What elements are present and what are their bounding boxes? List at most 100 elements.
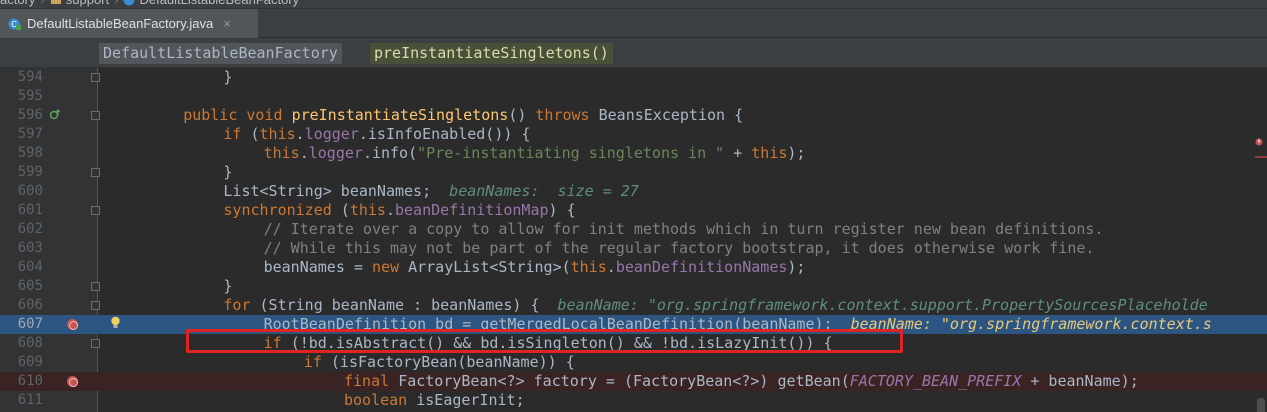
line-number[interactable]: 598 (0, 144, 43, 163)
line-number[interactable]: 609 (0, 353, 43, 372)
fold-marker-icon[interactable] (91, 339, 100, 348)
editor-tab-bar: C DefaultListableBeanFactory.java × (0, 9, 1267, 38)
code-editor[interactable]: 594} 595 596 public void preInstantiateSing… (0, 68, 1267, 412)
line-number[interactable]: 611 (0, 391, 43, 410)
java-class-icon: C (8, 18, 21, 30)
code-token: new (371, 258, 409, 276)
code-token: throws (535, 106, 599, 124)
code-token: // Iterate over a copy to allow for init… (263, 220, 1104, 238)
code-line-610[interactable]: 610 final FactoryBean<?> factory = (Facto… (0, 372, 1267, 391)
code-token: ( (250, 125, 260, 143)
code-line-603[interactable]: 603 // While this may not be part of the … (0, 239, 1267, 258)
code-token: FactoryBean<?> factory = (FactoryBean<?>… (398, 372, 850, 390)
line-number[interactable]: 610 (0, 372, 43, 391)
breadcrumb-item[interactable]: DefaultListableBeanFactory (139, 0, 299, 8)
code-text: // Iterate over a copy to allow for init… (264, 220, 1104, 239)
structure-navbar: DefaultListableBeanFactory preInstantiat… (0, 38, 1267, 68)
code-token: List<String> beanNames; (223, 182, 450, 200)
tab-label: DefaultListableBeanFactory.java (27, 16, 214, 31)
line-number[interactable]: 608 (0, 334, 43, 353)
code-text: public void preInstantiateSingletons() t… (183, 106, 743, 125)
code-line-597[interactable]: 597 if (this.logger.isInfoEnabled()) { (0, 125, 1267, 144)
breadcrumb-item[interactable]: support (66, 0, 109, 8)
code-token: beanNames: size = 27 (449, 182, 639, 200)
code-text: for (String beanName : beanNames) { bean… (223, 296, 1207, 315)
code-token: this (751, 144, 788, 162)
code-text: synchronized (this.beanDefinitionMap) { (223, 201, 575, 220)
fold-marker-icon[interactable] (91, 111, 100, 120)
java-class-icon (123, 0, 139, 8)
code-token: .info( (362, 144, 418, 162)
nav-class-chip[interactable]: DefaultListableBeanFactory (99, 43, 342, 64)
code-token: (String beanName : beanNames) { (259, 296, 558, 314)
code-token: . (295, 125, 305, 143)
code-line-596[interactable]: 596 public void preInstantiateSingletons(… (0, 106, 1267, 125)
code-token: } (223, 68, 233, 86)
code-token: FACTORY_BEAN_PREFIX (849, 372, 1022, 390)
code-token: beanDefinitionNames (615, 258, 788, 276)
code-text: if (isFactoryBean(beanName)) { (304, 353, 575, 372)
code-text: } (223, 277, 232, 296)
breakpoint-icon[interactable] (67, 319, 78, 330)
code-line-599[interactable]: 599} (0, 163, 1267, 182)
code-line-598[interactable]: 598 this.logger.info("Pre-instantiating s… (0, 144, 1267, 163)
breadcrumb-separator: › (40, 0, 44, 8)
line-number[interactable]: 600 (0, 182, 43, 201)
code-token: () (508, 106, 536, 124)
close-icon[interactable]: × (223, 16, 231, 31)
line-number[interactable]: 607 (0, 315, 43, 334)
line-number[interactable]: 599 (0, 163, 43, 182)
breakpoint-icon[interactable] (67, 376, 78, 387)
code-token: } (223, 163, 233, 181)
line-number[interactable]: 601 (0, 201, 43, 220)
code-line-609[interactable]: 609 if (isFactoryBean(beanName)) { (0, 353, 1267, 372)
code-token: this (570, 258, 607, 276)
breadcrumb: actory › support › DefaultListableBeanFactor… (0, 0, 1267, 9)
code-token: (isFactoryBean(beanName)) { (330, 353, 575, 371)
code-token: beanName: "org.springframework.context.s… (557, 296, 1208, 314)
breadcrumb-item[interactable]: actory (0, 0, 35, 8)
fold-marker-icon[interactable] (91, 301, 100, 310)
scroll-thumb[interactable] (1257, 398, 1265, 412)
code-token: for (223, 296, 260, 314)
code-line-604[interactable]: 604 beanNames = new ArrayList<String>(thi… (0, 258, 1267, 277)
code-line-600[interactable]: 600 List<String> beanNames; beanNames: si… (0, 182, 1267, 201)
code-token: beanNames = (263, 258, 372, 276)
error-marker-icon[interactable] (1255, 138, 1263, 148)
code-text: beanNames = new ArrayList<String>(this.b… (264, 258, 806, 277)
code-token: this (263, 144, 300, 162)
editor-scrollbar[interactable] (1253, 68, 1267, 412)
code-token: boolean (344, 391, 417, 409)
fold-marker-icon[interactable] (91, 206, 100, 215)
line-number[interactable]: 605 (0, 277, 43, 296)
line-number[interactable]: 603 (0, 239, 43, 258)
code-text: List<String> beanNames; beanNames: size … (223, 182, 638, 201)
tab-defaultlistablebeanfactory[interactable]: C DefaultListableBeanFactory.java × (0, 9, 258, 38)
code-line-602[interactable]: 602 // Iterate over a copy to allow for i… (0, 220, 1267, 239)
line-number[interactable]: 606 (0, 296, 43, 315)
breakpoint-stripe[interactable] (1255, 156, 1267, 158)
code-line-595[interactable]: 595 (0, 87, 1267, 106)
line-number[interactable]: 604 (0, 258, 43, 277)
fold-marker-icon[interactable] (91, 168, 100, 177)
code-line-606[interactable]: 606 for (String beanName : beanNames) { b… (0, 296, 1267, 315)
line-number[interactable]: 597 (0, 125, 43, 144)
code-line-605[interactable]: 605} (0, 277, 1267, 296)
line-number[interactable]: 596 (0, 106, 43, 125)
code-text: this.logger.info("Pre-instantiating sing… (264, 144, 806, 163)
code-text: } (223, 163, 232, 182)
fold-marker-icon[interactable] (91, 73, 100, 82)
fold-marker-icon[interactable] (91, 282, 100, 291)
line-number[interactable]: 595 (0, 87, 43, 106)
code-line-611[interactable]: 611 boolean isEagerInit; (0, 391, 1267, 410)
code-token: . (606, 258, 616, 276)
code-token: public void (183, 106, 292, 124)
code-text: if (this.logger.isInfoEnabled()) { (223, 125, 530, 144)
code-line-594[interactable]: 594} (0, 68, 1267, 87)
code-token: + (724, 144, 752, 162)
line-number[interactable]: 602 (0, 220, 43, 239)
nav-method-chip[interactable]: preInstantiateSingletons() (370, 43, 613, 64)
line-number[interactable]: 594 (0, 68, 43, 87)
code-line-601[interactable]: 601 synchronized (this.beanDefinitionMap)… (0, 201, 1267, 220)
code-token: synchronized (223, 201, 341, 219)
